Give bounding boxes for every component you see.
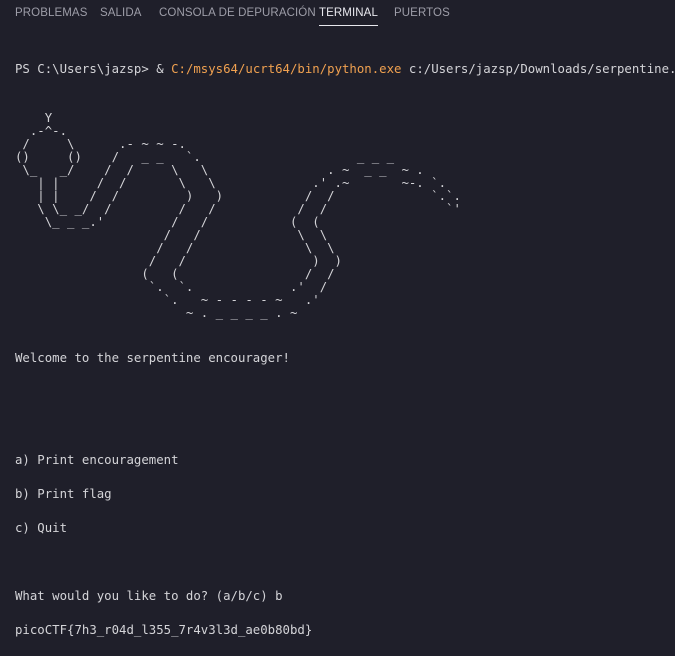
tab-terminal[interactable]: TERMINAL (319, 5, 378, 26)
tab-ports[interactable]: PUERTOS (394, 5, 450, 25)
flag-output: picoCTF{7h3_r04d_l355_7r4v3l3d_ae0b80bd} (15, 623, 313, 637)
call-operator: & (156, 62, 172, 76)
tab-debug-console[interactable]: CONSOLA DE DEPURACIÓN (159, 5, 316, 25)
script-path: c:/Users/jazsp/Downloads/serpentine.py (401, 62, 675, 76)
menu-option-c: c) Quit (15, 521, 68, 535)
command-line: PS C:\Users\jazsp> & C:/msys64/ucrt64/bi… (15, 61, 675, 78)
tab-problems[interactable]: PROBLEMAS (15, 5, 87, 25)
tab-output[interactable]: SALIDA (100, 5, 142, 25)
menu-option-a: a) Print encouragement (15, 453, 179, 467)
interpreter-path: C:/msys64/ucrt64/bin/python.exe (171, 62, 402, 76)
panel-tab-bar: PROBLEMAS SALIDA CONSOLA DE DEPURACIÓN T… (0, 0, 675, 30)
serpent-ascii-art: Y .-^-. / \ .- ~ ~ -. () () / _ _ `. _ _… (15, 111, 461, 320)
welcome-message: Welcome to the serpentine encourager! (15, 351, 290, 365)
menu-option-b: b) Print flag (15, 487, 112, 501)
terminal-output[interactable]: PS C:\Users\jazsp> & C:/msys64/ucrt64/bi… (15, 44, 675, 656)
prompt-question: What would you like to do? (a/b/c) b (15, 589, 283, 603)
prompt: PS C:\Users\jazsp> (15, 62, 157, 76)
